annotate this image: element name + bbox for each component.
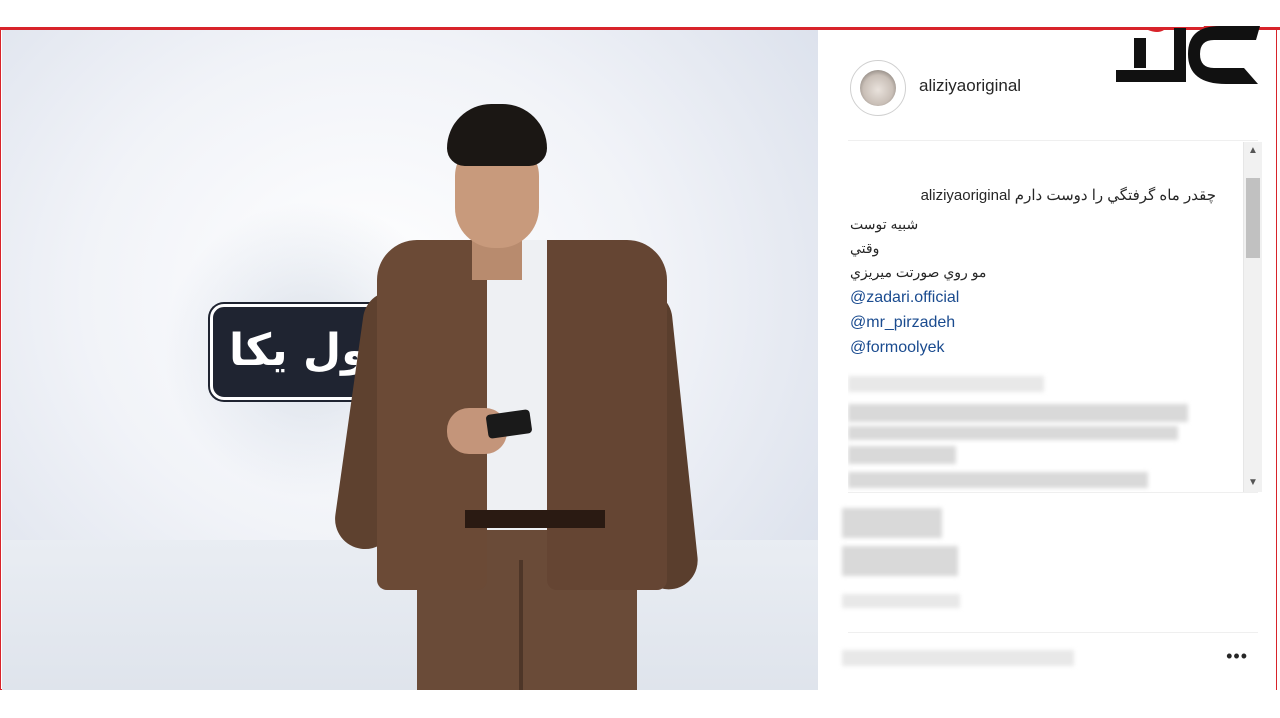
mention-link[interactable]: @mr_pirzadeh [850, 314, 955, 332]
hair [447, 104, 547, 166]
bottom-divider [848, 632, 1258, 633]
caption-text-line4: مو روي صورتت ميريزي [850, 264, 987, 280]
blurred-comment [848, 446, 956, 464]
caption-first-line: aliziyaoriginal چقدر ماه گرفتگي را دوست … [915, 186, 1216, 204]
mention-link[interactable]: @zadari.official [850, 289, 959, 307]
blurred-likes [842, 546, 958, 576]
blurred-comment [848, 404, 1188, 422]
site-logo [1116, 26, 1260, 84]
header-username[interactable]: aliziyaoriginal [919, 76, 1021, 96]
post-sidebar: aliziyaoriginal aliziyaoriginal چقدر ماه… [818, 30, 1276, 690]
caption-scrollbar[interactable]: ▲ ▼ [1243, 142, 1262, 492]
blurred-timestamp [842, 594, 960, 608]
blurred-comment [848, 426, 1178, 440]
blurred-comment [848, 376, 1044, 392]
caption-area: aliziyaoriginal چقدر ماه گرفتگي را دوست … [848, 142, 1260, 492]
person [331, 90, 701, 690]
caption-divider [848, 492, 1258, 493]
scroll-up-arrow-icon[interactable]: ▲ [1244, 142, 1262, 160]
caption-username[interactable]: aliziyaoriginal [921, 187, 1011, 204]
header-divider [848, 140, 1258, 141]
post-photo[interactable]: ول یکا [2, 30, 818, 690]
caption-text-line1: چقدر ماه گرفتگي را دوست دارم [1014, 187, 1216, 204]
avatar-image [860, 70, 896, 106]
jacket-right [547, 240, 667, 590]
top-bar [0, 0, 1280, 30]
trouser-seam [519, 560, 523, 690]
caption-text-line2: شبيه توست [850, 216, 919, 232]
scroll-thumb[interactable] [1246, 178, 1260, 258]
avatar[interactable] [850, 60, 906, 116]
blurred-actions [842, 508, 942, 538]
scroll-down-arrow-icon[interactable]: ▼ [1244, 474, 1262, 492]
more-options-icon[interactable]: ••• [1226, 646, 1248, 667]
belt [465, 510, 605, 528]
mention-link[interactable]: @formoolyek [850, 339, 945, 357]
caption-text-line3: وقتي [850, 240, 880, 256]
blurred-comment [848, 472, 1148, 488]
blurred-comment-input [842, 650, 1074, 666]
